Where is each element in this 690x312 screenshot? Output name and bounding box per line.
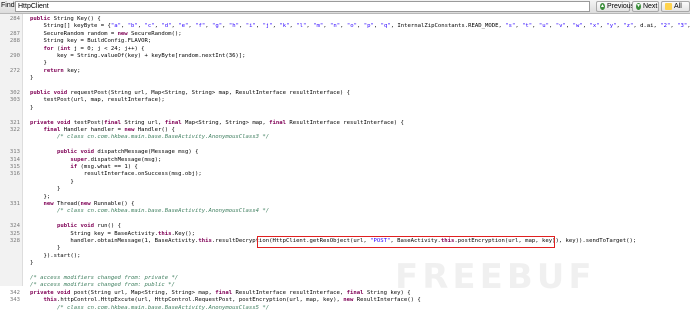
previous-label: Previous bbox=[606, 3, 635, 10]
arrow-down-icon: ▼ bbox=[636, 3, 641, 10]
line-number: 313 bbox=[9, 149, 20, 156]
code-text: /* access modifiers changed from: privat… bbox=[30, 275, 179, 281]
code-line: 288 String key = BuildConfig.FLAVOR; bbox=[0, 38, 690, 45]
code-line: } bbox=[0, 186, 690, 193]
all-button[interactable]: All bbox=[661, 1, 690, 12]
code-text: } bbox=[30, 75, 34, 82]
arrow-up-icon: ▲ bbox=[600, 3, 605, 10]
line-number: 287 bbox=[9, 30, 20, 37]
code-text: public void dispatchMessage(Message msg)… bbox=[56, 149, 199, 156]
line-number: 342 bbox=[9, 289, 20, 296]
code-text: }).start(); bbox=[30, 252, 81, 259]
code-line: 287 SecureRandom random = new SecureRand… bbox=[0, 31, 690, 38]
code-text: /* class cn.com.hkbea.main.base.BaseActi… bbox=[30, 134, 270, 141]
code-text: this.httpControl.HttpExcute(url, HttpCon… bbox=[43, 297, 421, 304]
code-line: } bbox=[0, 60, 690, 67]
code-text: /* class cn.com.hkbea.main.base.BaseActi… bbox=[30, 304, 270, 311]
code-text: resultInterface.onSuccess(msg.obj); bbox=[30, 171, 202, 178]
code-line: 290 key = String.valueOf(key) + keyByte[… bbox=[0, 53, 690, 60]
code-text: String key = BuildConfig.FLAVOR; bbox=[30, 38, 152, 45]
line-number: 316 bbox=[9, 171, 20, 178]
code-line: /* class cn.com.hkbea.main.base.BaseActi… bbox=[0, 305, 690, 312]
line-number: 322 bbox=[9, 127, 20, 133]
code-text: SecureRandom random = new SecureRandom()… bbox=[30, 30, 182, 37]
next-label: Next bbox=[642, 3, 658, 10]
code-text: private void testPost(final String url, … bbox=[30, 119, 404, 126]
find-toolbar: Find: HttpClient ▲ Previous ▼ Next All bbox=[0, 0, 690, 14]
line-number: 315 bbox=[9, 164, 20, 170]
line-number: 331 bbox=[9, 201, 20, 207]
line-number: 328 bbox=[9, 238, 20, 244]
code-text: }; bbox=[30, 193, 51, 200]
line-number: 284 bbox=[9, 16, 20, 22]
code-text: } bbox=[30, 245, 61, 252]
line-number: 314 bbox=[9, 156, 20, 163]
code-text: String key = BaseActivity.this.Key(); bbox=[30, 230, 196, 237]
code-line: } bbox=[0, 75, 690, 82]
code-text: } bbox=[30, 104, 34, 111]
code-line: 314 super.dispatchMessage(msg); bbox=[0, 157, 690, 164]
code-line: 284 public String Key() { bbox=[0, 16, 690, 23]
code-line: } bbox=[0, 105, 690, 112]
code-line: String[] keyByte = {"a", "b", "c", "d", … bbox=[0, 23, 690, 30]
code-line: for (int j = 0; j < 24; j++) { bbox=[0, 46, 690, 53]
code-text: } bbox=[30, 60, 47, 67]
line-number: 303 bbox=[9, 97, 20, 104]
code-text: super.dispatchMessage(msg); bbox=[70, 156, 162, 163]
code-line: 315 if (msg.what == 1) { bbox=[0, 164, 690, 171]
line-number: 272 bbox=[9, 67, 20, 74]
code-text: return key; bbox=[43, 67, 81, 74]
code-text: } bbox=[30, 186, 61, 193]
code-text: if (msg.what == 1) { bbox=[70, 164, 138, 170]
code-text: public String Key() { bbox=[30, 16, 101, 22]
code-text: public void requestPost(String url, Map<… bbox=[30, 90, 350, 96]
code-line: 316 resultInterface.onSuccess(msg.obj); bbox=[0, 171, 690, 178]
code-text: } bbox=[30, 260, 34, 267]
code-text: testPost(url, map, resultInterface); bbox=[30, 97, 165, 104]
code-line: 313 public void dispatchMessage(Message … bbox=[0, 149, 690, 156]
line-number: 343 bbox=[9, 297, 20, 304]
line-number: 288 bbox=[9, 38, 20, 45]
line-number: 290 bbox=[9, 53, 20, 59]
code-text: public void run() { bbox=[56, 223, 121, 230]
code-line: 303 testPost(url, map, resultInterface); bbox=[0, 97, 690, 104]
code-editor[interactable]: 284 public String Key() { String[] keyByt… bbox=[0, 14, 690, 311]
code-text: String[] keyByte = {"a", "b", "c", "d", … bbox=[30, 23, 690, 30]
code-text: for (int j = 0; j < 24; j++) { bbox=[43, 45, 145, 52]
find-input[interactable]: HttpClient bbox=[15, 1, 590, 12]
next-button[interactable]: ▼ Next bbox=[632, 1, 659, 12]
code-text: new Thread(new Runnable() { bbox=[43, 201, 135, 207]
code-text: /* class cn.com.hkbea.main.base.BaseActi… bbox=[30, 208, 270, 215]
code-line: }; bbox=[0, 194, 690, 201]
line-number: 324 bbox=[9, 223, 20, 230]
code-line: 343 this.httpControl.HttpExcute(url, Htt… bbox=[0, 297, 690, 304]
all-label: All bbox=[674, 3, 682, 10]
code-text: private void post(String url, Map<String… bbox=[30, 289, 411, 296]
code-line: 302 public void requestPost(String url, M… bbox=[0, 90, 690, 97]
code-line: 321 private void testPost(final String ur… bbox=[0, 120, 690, 127]
code-line: 322 final Handler handler = new Handler(… bbox=[0, 127, 690, 134]
watermark: FREEBUF bbox=[395, 257, 596, 297]
code-line: 324 public void run() { bbox=[0, 223, 690, 230]
code-line: } bbox=[0, 179, 690, 186]
line-number: 302 bbox=[9, 90, 20, 96]
code-text: final Handler handler = new Handler() { bbox=[43, 127, 175, 133]
previous-button[interactable]: ▲ Previous bbox=[596, 1, 634, 12]
code-line: /* class cn.com.hkbea.main.base.BaseActi… bbox=[0, 134, 690, 141]
annotation-box bbox=[257, 235, 555, 248]
code-line: 272 return key; bbox=[0, 68, 690, 75]
code-line: 331 new Thread(new Runnable() { bbox=[0, 201, 690, 208]
code-line: /* class cn.com.hkbea.main.base.BaseActi… bbox=[0, 208, 690, 215]
highlight-icon bbox=[665, 3, 672, 10]
code-text: } bbox=[30, 178, 74, 185]
line-number: 321 bbox=[9, 119, 20, 126]
line-number: 325 bbox=[9, 230, 20, 237]
code-text: key = String.valueOf(key) + keyByte[rand… bbox=[30, 53, 246, 59]
